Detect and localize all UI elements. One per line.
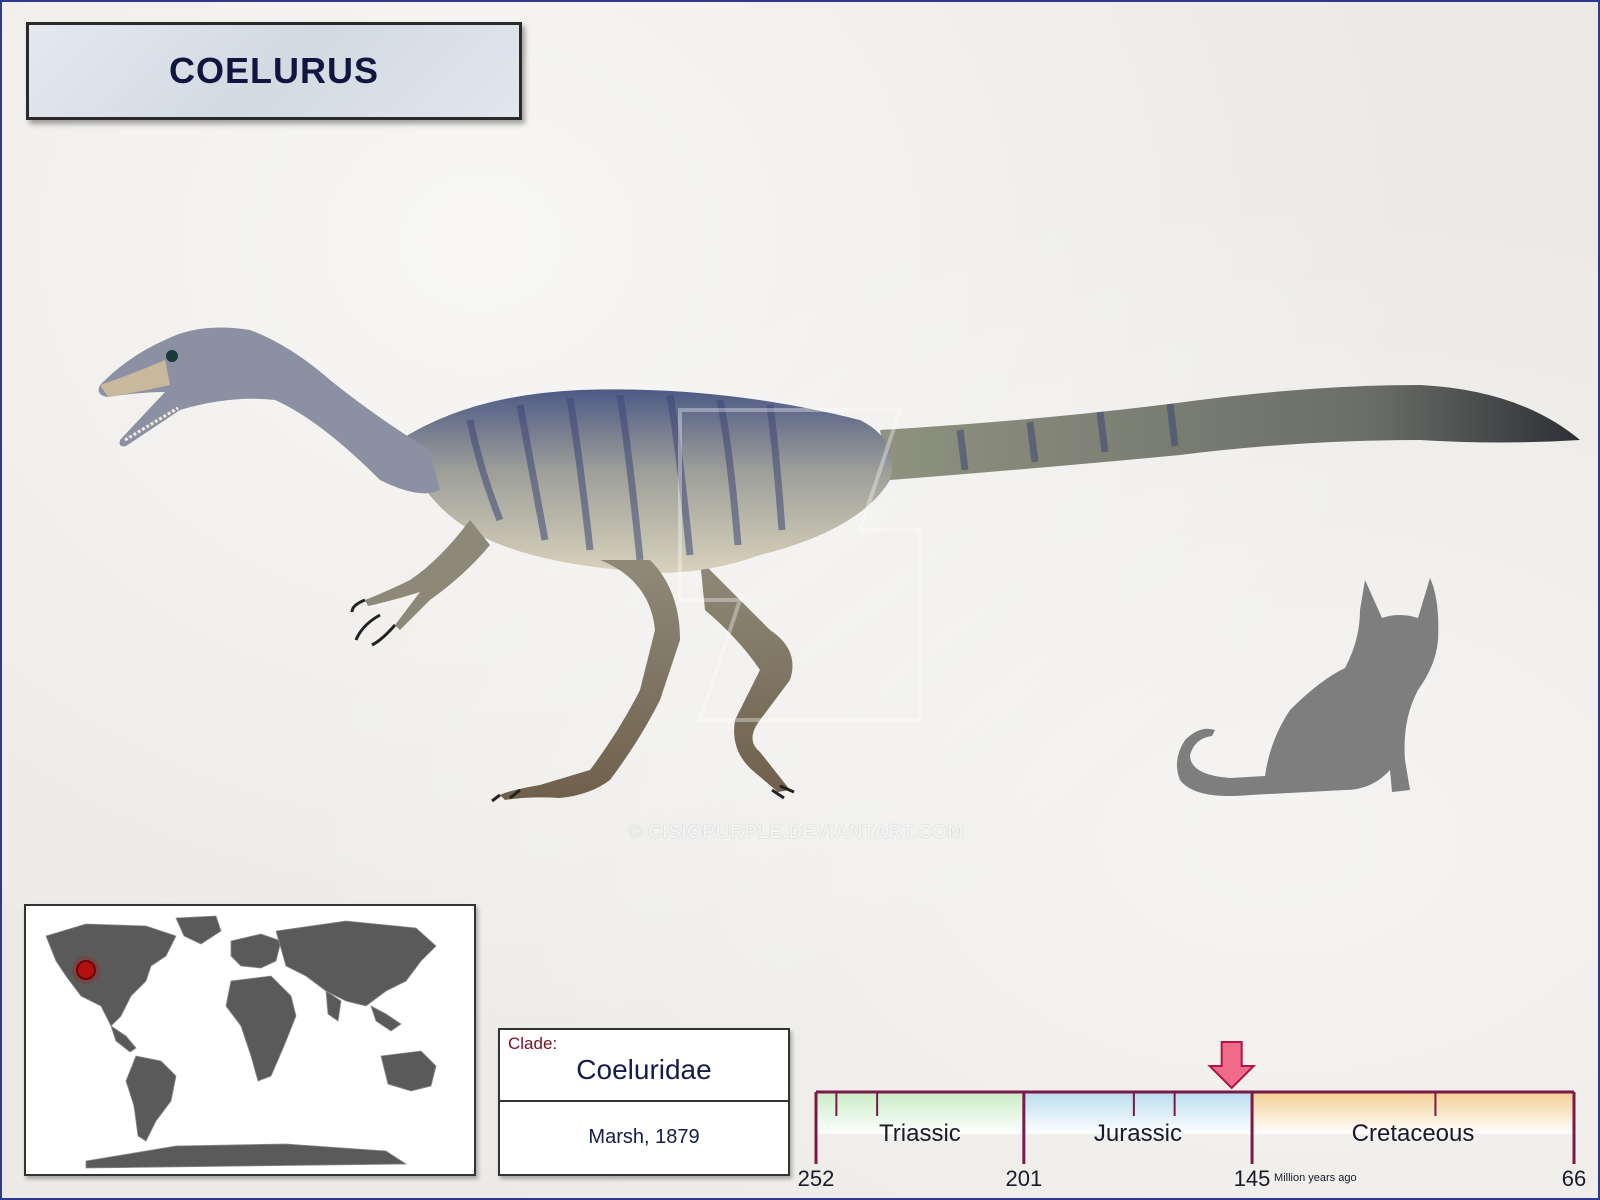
boundary-label-66: 66 <box>1561 1166 1587 1191</box>
clade-box: Clade: Coeluridae Marsh, 1879 <box>498 1028 790 1176</box>
boundary-label-252: 252 <box>797 1166 835 1191</box>
period-label-jurassic: Jurassic <box>1093 1120 1182 1147</box>
geologic-timeline: Triassic Jurassic Cretaceous 252 201 145… <box>798 1038 1590 1191</box>
boundary-label-145: 145 <box>1233 1166 1271 1191</box>
watermark-text: © CISIOPURPLE.DEVIANTART.COM <box>628 822 964 843</box>
world-map-graphic <box>45 915 437 1169</box>
coelurus-illustration <box>98 327 1580 803</box>
clade-author: Marsh, 1879 <box>588 1126 700 1148</box>
time-marker-arrow-icon <box>1207 1041 1257 1090</box>
world-map <box>24 904 476 1176</box>
cat-silhouette-icon <box>1176 578 1439 796</box>
boundary-label-201: 201 <box>1005 1166 1043 1191</box>
period-label-triassic: Triassic <box>879 1120 961 1147</box>
period-label-cretaceous: Cretaceous <box>1351 1120 1475 1147</box>
clade-divider <box>500 1100 788 1102</box>
timeline-unit-label: Million years ago <box>1274 1172 1357 1184</box>
timeline-graphic <box>814 1041 1576 1164</box>
clade-name: Coeluridae <box>576 1054 712 1085</box>
clade-label: Clade: <box>508 1034 558 1053</box>
